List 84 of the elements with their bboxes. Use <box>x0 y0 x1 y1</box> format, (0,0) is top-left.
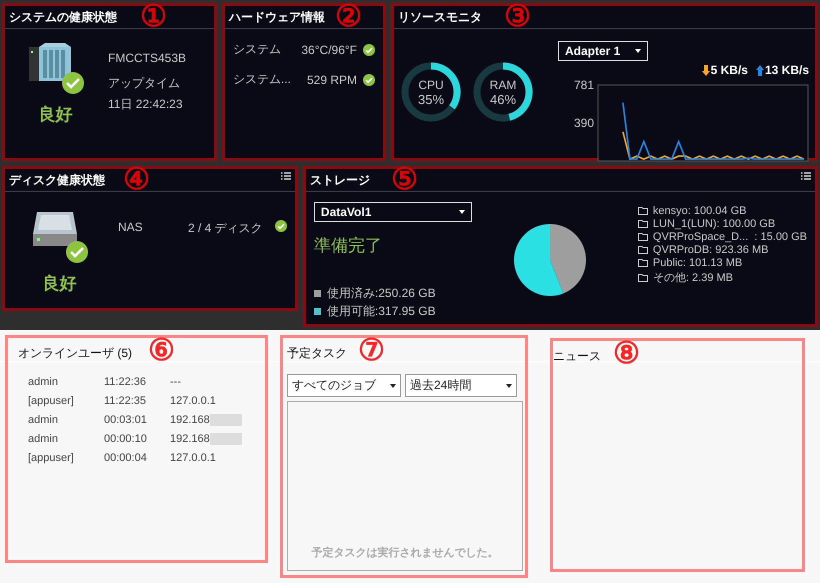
health-status: 良好 <box>42 273 76 295</box>
job-filter-dropdown[interactable]: すべてのジョブ <box>287 374 401 397</box>
annotation-number: ④ <box>123 165 150 195</box>
login-time: 00:00:10 <box>104 433 148 445</box>
legend-label: 使用可能:317.95 GB <box>326 303 436 320</box>
axis-tick-label: 390 <box>574 116 594 130</box>
used-slice <box>550 224 586 294</box>
annotation-number: ⑦ <box>358 336 385 366</box>
health-status: 良好 <box>38 104 72 126</box>
upload-arrow-icon <box>756 64 764 76</box>
disk-drive-icon <box>32 212 76 246</box>
gauge-reading: 46% <box>490 92 516 106</box>
login-time: 00:03:01 <box>104 414 148 426</box>
folder-usage: LUN_1(LUN): 100.00 GB <box>652 218 776 230</box>
ip-address: 127.0.0.1 <box>170 452 216 464</box>
folder-usage: その他: 2.39 MB <box>652 271 733 285</box>
user-name: [appuser] <box>28 395 75 407</box>
folder-usage: QVRProSpace_D... : 15.00 GB <box>652 231 807 243</box>
list-icon[interactable] <box>801 172 811 180</box>
adapter-dropdown[interactable]: Adapter 1 <box>558 41 648 61</box>
folder-icon <box>638 259 648 267</box>
panel-title: ニュース <box>553 348 601 365</box>
folder-icon <box>638 207 648 215</box>
annotation-number: ⑤ <box>390 165 418 195</box>
download-rate: 5 KB/s <box>710 63 748 77</box>
panel-title: 予定タスク <box>287 345 347 362</box>
empty-message: 予定タスクは実行されませんでした。 <box>312 546 498 560</box>
download-arrow-icon <box>702 64 710 76</box>
sensor-value: 529 RPM <box>306 72 357 86</box>
ip-address: --- <box>170 376 181 388</box>
list-icon[interactable] <box>280 172 291 180</box>
annotation-number: ⑧ <box>613 339 640 369</box>
period-dropdown[interactable]: 過去24時間 <box>405 374 517 397</box>
axis-tick-label: 781 <box>574 78 594 92</box>
ip-address: 127.0.0.1 <box>170 395 216 407</box>
caret-icon <box>390 384 396 388</box>
redaction-block <box>210 433 242 445</box>
user-name: admin <box>28 376 59 388</box>
nas-device-icon <box>28 43 70 81</box>
sensor-label: システム <box>232 41 281 58</box>
user-name: [appuser] <box>28 452 75 464</box>
volume-status: 準備完了 <box>314 235 383 257</box>
folder-usage: kensyo: 100.04 GB <box>652 205 746 217</box>
uptime-value: 11日 22:42:23 <box>108 96 184 113</box>
gauge-reading: 35% <box>418 92 444 106</box>
ip-address: 192.168 <box>170 433 210 445</box>
annotation-number: ⑥ <box>148 336 175 366</box>
folder-icon <box>638 233 648 241</box>
panel-title: オンラインユーザ (5) <box>18 345 132 362</box>
folder-usage: QVRProDB: 923.36 MB <box>652 244 768 256</box>
caret-icon <box>635 49 641 53</box>
user-name: admin <box>28 433 59 445</box>
panel-title: リソースモニタ <box>398 8 482 26</box>
annotation-number: ② <box>334 2 362 32</box>
volume-dropdown[interactable]: DataVol1 <box>314 202 472 222</box>
panel-title: ストレージ <box>310 172 370 188</box>
annotation-number: ③ <box>504 2 531 32</box>
sensor-value: 36°C/96°F <box>301 42 357 56</box>
upload-rate: 13 KB/s <box>764 63 809 77</box>
panel-title: ディスク健康状態 <box>9 172 105 188</box>
folder-usage: Public: 101.13 MB <box>652 257 742 269</box>
annotation-number: ① <box>140 2 167 32</box>
caret-icon <box>506 384 512 388</box>
panel-title: ハードウェア情報 <box>228 8 325 26</box>
gauge-label: RAM <box>490 78 516 92</box>
panel-title: システムの健康状態 <box>9 8 117 26</box>
device-name: FMCCTS453B <box>108 51 186 65</box>
folder-icon <box>638 220 648 228</box>
uptime-label: アップタイム <box>108 75 181 92</box>
device-name: NAS <box>118 220 144 234</box>
folder-icon <box>638 274 648 282</box>
login-time: 11:22:35 <box>104 395 148 407</box>
free-slice <box>514 224 564 296</box>
folder-icon <box>638 246 648 254</box>
disk-count: 2 / 4 ディスク <box>188 220 264 237</box>
login-time: 11:22:36 <box>104 376 148 388</box>
gauge-label: CPU <box>418 78 444 92</box>
user-name: admin <box>28 414 59 426</box>
caret-icon <box>458 210 465 214</box>
sensor-label: システム... <box>232 71 291 88</box>
redaction-block <box>210 414 242 426</box>
ip-address: 192.168 <box>170 414 210 426</box>
login-time: 00:00:04 <box>104 452 148 464</box>
legend-label: 使用済み:250.26 GB <box>326 285 436 302</box>
